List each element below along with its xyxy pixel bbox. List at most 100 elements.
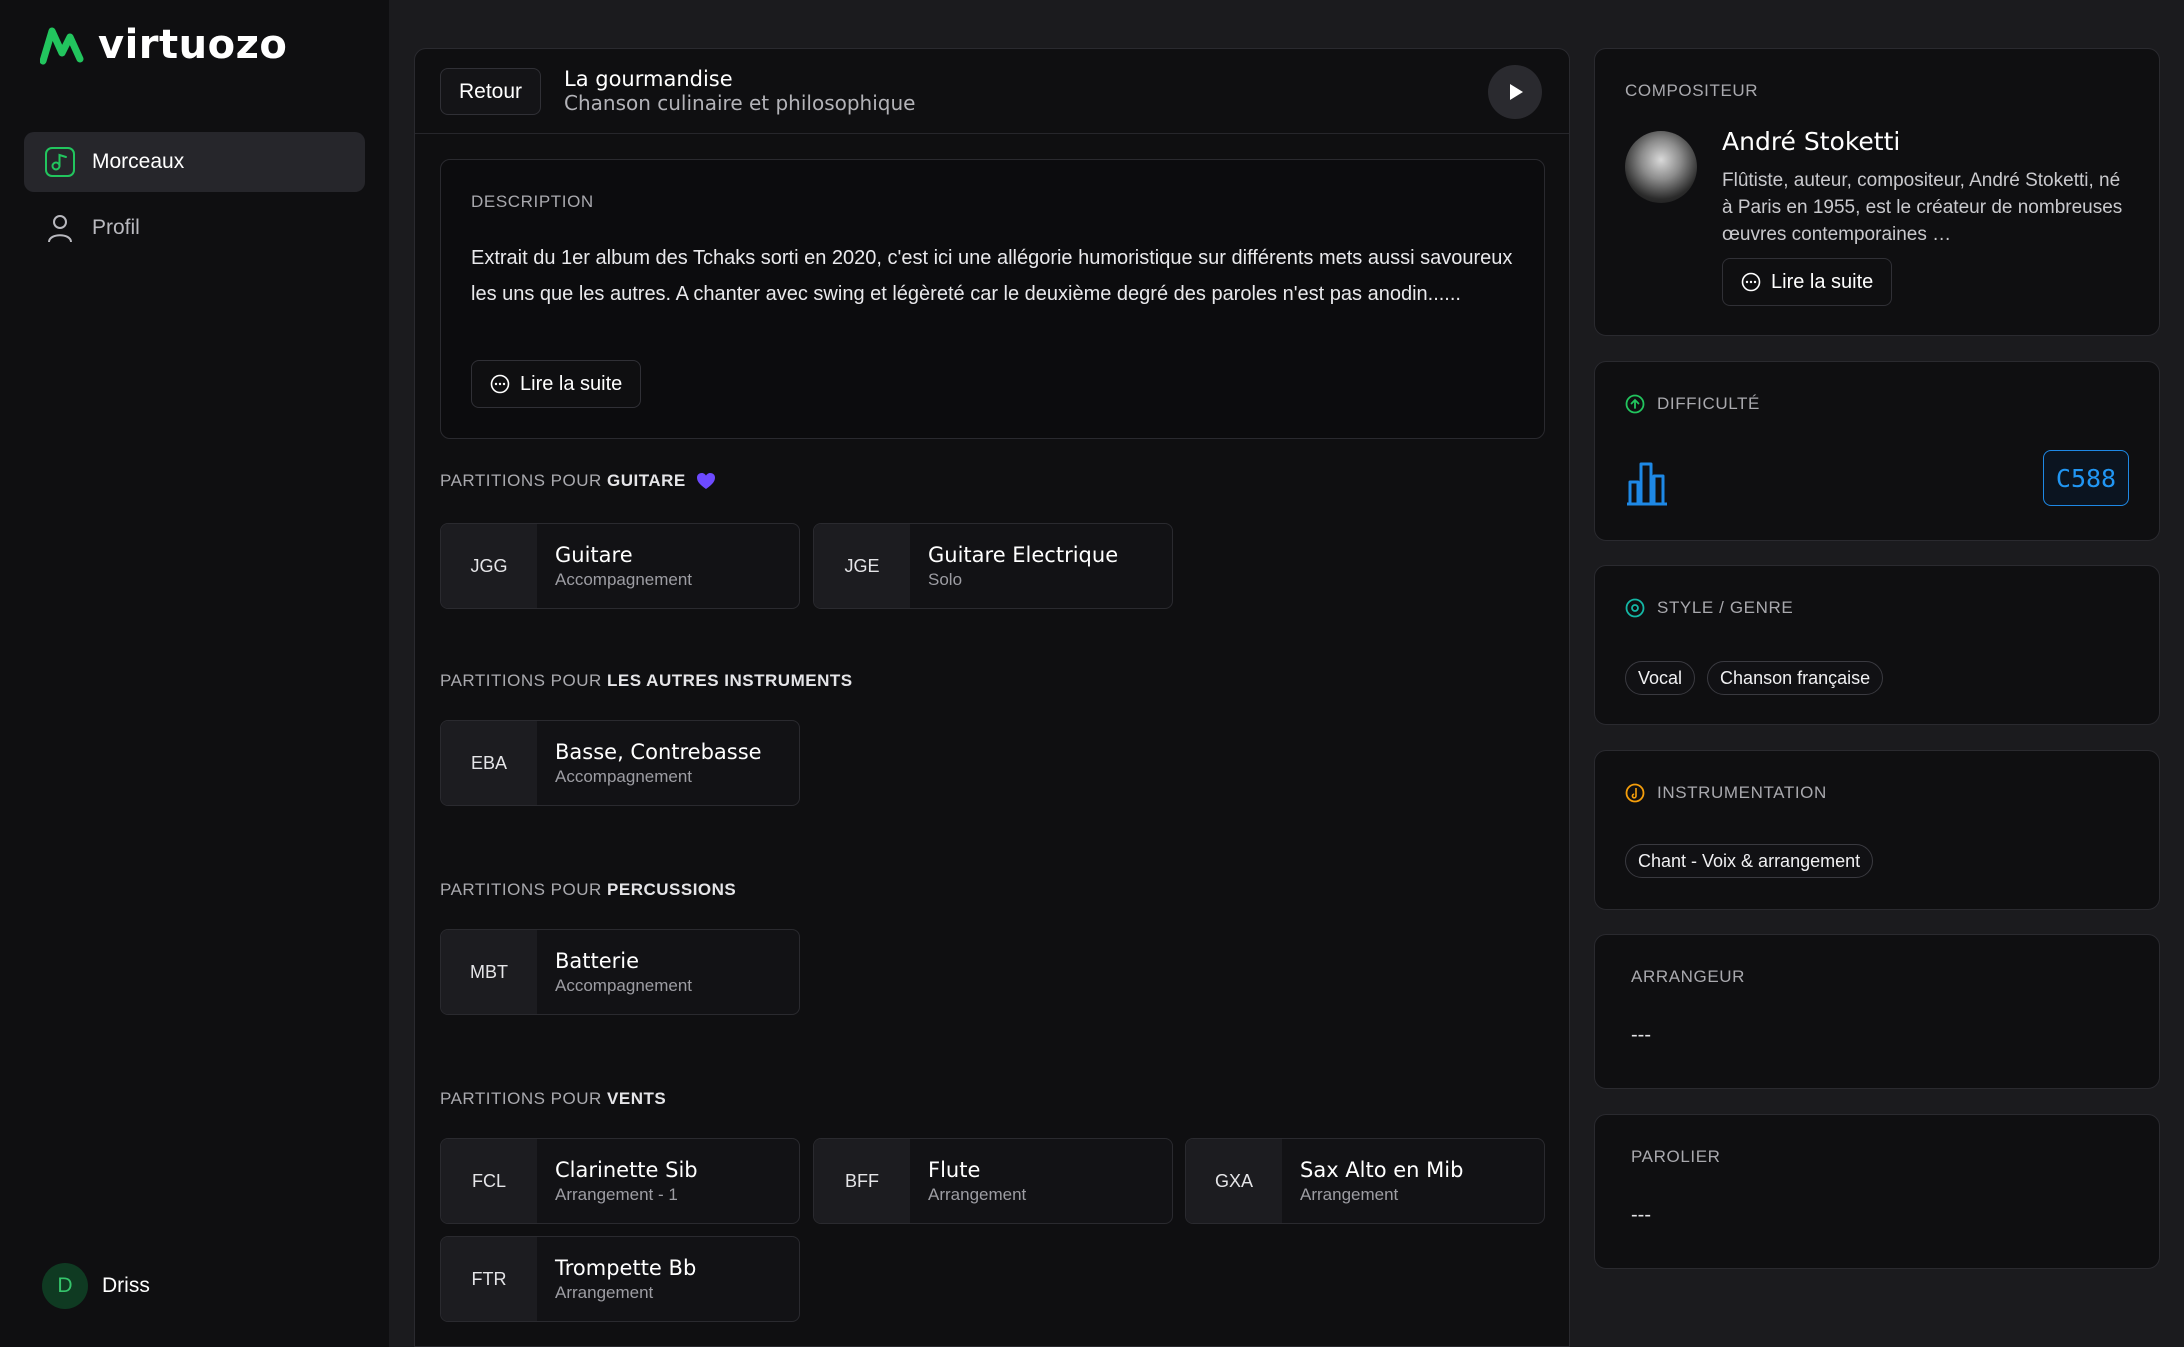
- partition-code: JGG: [441, 524, 537, 608]
- partition-subtitle: Accompagnement: [555, 975, 693, 995]
- difficulty-label-text: DIFFICULTÉ: [1657, 394, 1760, 413]
- partition-card[interactable]: EBA Basse, Contrebasse Accompagnement: [440, 720, 800, 806]
- section-instrument: GUITARE: [607, 471, 686, 490]
- sidebar-item-morceaux[interactable]: Morceaux: [24, 132, 365, 192]
- partition-name: Guitare Electrique: [928, 542, 1119, 567]
- header-bar: Retour La gourmandise Chanson culinaire …: [415, 49, 1569, 134]
- section-prefix: PARTITIONS POUR: [440, 671, 608, 690]
- partition-card[interactable]: MBT Batterie Accompagnement: [440, 929, 800, 1015]
- section-prefix: PARTITIONS POUR: [440, 880, 608, 899]
- section-prefix: PARTITIONS POUR: [440, 471, 608, 490]
- user-name: Driss: [102, 1274, 150, 1297]
- partition-subtitle: Solo: [928, 569, 963, 589]
- section-label-percussions: PARTITIONS POUR PERCUSSIONS: [440, 880, 736, 900]
- partition-code: JGE: [814, 524, 910, 608]
- lyricist-card: PAROLIER ---: [1594, 1114, 2160, 1269]
- virtuozo-logo-icon: [40, 27, 84, 65]
- section-prefix: PARTITIONS POUR: [440, 1089, 608, 1108]
- song-subtitle: Chanson culinaire et philosophique: [564, 91, 916, 115]
- arrow-up-circle-icon: [1625, 394, 1645, 414]
- main-panel: Retour La gourmandise Chanson culinaire …: [414, 48, 1570, 1347]
- description-card: DESCRIPTION Extrait du 1er album des Tch…: [440, 159, 1545, 439]
- tag[interactable]: Chant - Voix & arrangement: [1625, 844, 1874, 878]
- style-card: STYLE / GENRE Vocal Chanson française: [1594, 565, 2160, 725]
- partition-code: BFF: [814, 1139, 910, 1223]
- partition-code: EBA: [441, 721, 537, 805]
- partition-subtitle: Accompagnement: [555, 766, 693, 786]
- partition-subtitle: Arrangement: [928, 1184, 1027, 1204]
- partition-code: GXA: [1186, 1139, 1282, 1223]
- section-label-guitare: PARTITIONS POUR GUITARE: [440, 471, 716, 491]
- composer-photo: [1625, 131, 1697, 203]
- tag[interactable]: Chanson française: [1707, 661, 1884, 695]
- partition-code: FTR: [441, 1237, 537, 1321]
- arranger-card: ARRANGEUR ---: [1594, 934, 2160, 1089]
- partition-card[interactable]: FTR Trompette Bb Arrangement: [440, 1236, 800, 1322]
- more-dots-icon: [1741, 272, 1761, 292]
- partition-card[interactable]: GXA Sax Alto en Mib Arrangement: [1185, 1138, 1545, 1224]
- difficulty-level-badge: C588: [2043, 450, 2129, 506]
- partition-card[interactable]: JGG Guitare Accompagnement: [440, 523, 800, 609]
- sidebar-item-profil[interactable]: Profil: [24, 198, 365, 258]
- partition-name: Sax Alto en Mib: [1300, 1157, 1464, 1182]
- sidebar-item-label: Morceaux: [92, 150, 185, 173]
- composer-label: COMPOSITEUR: [1625, 81, 1759, 100]
- avatar: D: [42, 1263, 88, 1309]
- partition-name: Batterie: [555, 948, 640, 973]
- partition-subtitle: Arrangement: [1300, 1184, 1399, 1204]
- read-more-button[interactable]: Lire la suite: [471, 360, 642, 408]
- tag[interactable]: Vocal: [1625, 661, 1696, 695]
- partition-name: Guitare: [555, 542, 633, 567]
- sidebar-item-label: Profil: [92, 216, 140, 239]
- instrumentation-label: INSTRUMENTATION: [1625, 783, 1827, 803]
- app-logo[interactable]: virtuozo: [40, 22, 287, 68]
- instrumentation-tags: Chant - Voix & arrangement: [1625, 844, 1874, 878]
- play-button[interactable]: [1488, 65, 1542, 119]
- play-icon: [1510, 84, 1523, 100]
- section-label-vents: PARTITIONS POUR VENTS: [440, 1089, 666, 1109]
- style-label: STYLE / GENRE: [1625, 598, 1793, 618]
- heart-icon[interactable]: [696, 472, 716, 490]
- partition-name: Basse, Contrebasse: [555, 739, 762, 764]
- section-label-autres: PARTITIONS POUR LES AUTRES INSTRUMENTS: [440, 671, 853, 691]
- arranger-value: ---: [1631, 1024, 1651, 1046]
- composer-read-more-button[interactable]: Lire la suite: [1722, 258, 1893, 306]
- section-instrument: LES AUTRES INSTRUMENTS: [607, 671, 853, 690]
- song-title: La gourmandise: [564, 67, 733, 91]
- description-text: Extrait du 1er album des Tchaks sorti en…: [471, 247, 1513, 305]
- read-more-label: Lire la suite: [1771, 270, 1874, 293]
- partition-code: MBT: [441, 930, 537, 1014]
- disc-icon: [1625, 598, 1645, 618]
- composer-bio: Flûtiste, auteur, compositeur, André Sto…: [1722, 170, 2123, 245]
- style-tags: Vocal Chanson française: [1625, 661, 1884, 695]
- partition-name: Flute: [928, 1157, 981, 1182]
- partition-code: FCL: [441, 1139, 537, 1223]
- bar-chart-icon: [1627, 462, 1667, 506]
- app-name: virtuozo: [98, 22, 288, 68]
- section-instrument: VENTS: [607, 1089, 667, 1108]
- partition-subtitle: Accompagnement: [555, 569, 693, 589]
- read-more-label: Lire la suite: [520, 372, 623, 395]
- music-note-circle-icon: [1625, 783, 1645, 803]
- difficulty-card: DIFFICULTÉ C588: [1594, 361, 2160, 541]
- sidebar: virtuozo Morceaux Profil D Driss: [0, 0, 389, 1347]
- user-icon: [48, 215, 72, 243]
- difficulty-label: DIFFICULTÉ: [1625, 394, 1760, 414]
- instrumentation-card: INSTRUMENTATION Chant - Voix & arrangeme…: [1594, 750, 2160, 910]
- description-label: DESCRIPTION: [471, 192, 594, 211]
- partition-subtitle: Arrangement: [555, 1282, 654, 1302]
- partition-card[interactable]: FCL Clarinette Sib Arrangement - 1: [440, 1138, 800, 1224]
- partition-card[interactable]: JGE Guitare Electrique Solo: [813, 523, 1173, 609]
- lyricist-value: ---: [1631, 1204, 1651, 1226]
- partition-card[interactable]: BFF Flute Arrangement: [813, 1138, 1173, 1224]
- user-menu[interactable]: D Driss: [42, 1263, 150, 1309]
- style-label-text: STYLE / GENRE: [1657, 598, 1794, 617]
- arranger-label: ARRANGEUR: [1631, 967, 1746, 986]
- music-note-icon: [45, 147, 75, 177]
- more-dots-icon: [490, 374, 510, 394]
- back-button[interactable]: Retour: [440, 68, 542, 115]
- composer-card: COMPOSITEUR André Stoketti Flûtiste, aut…: [1594, 48, 2160, 336]
- composer-name: André Stoketti: [1722, 127, 1901, 156]
- section-instrument: PERCUSSIONS: [607, 880, 737, 899]
- partition-subtitle: Arrangement - 1: [555, 1184, 678, 1204]
